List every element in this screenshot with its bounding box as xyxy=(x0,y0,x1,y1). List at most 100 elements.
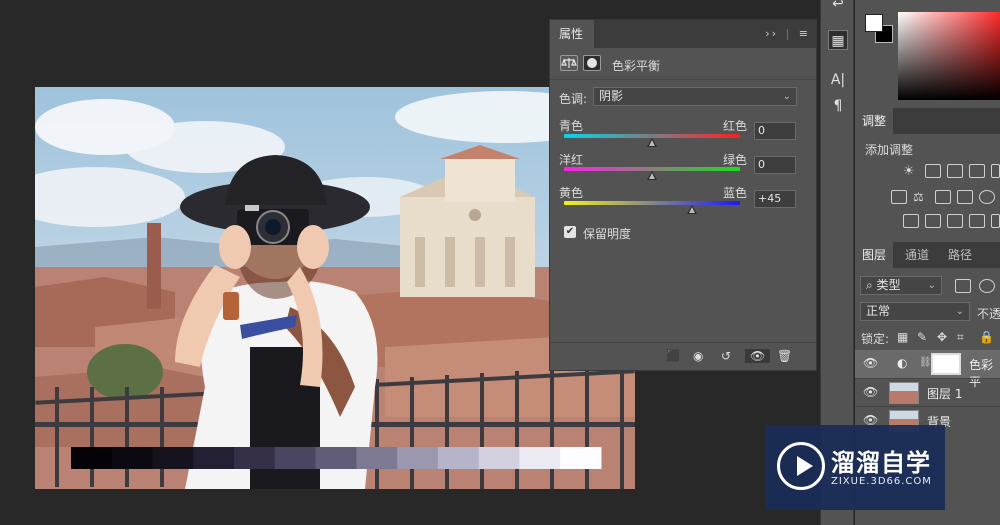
properties-panel: 属性 ›› | ≡ 色彩平衡 色调: 阴影 ⌄ 青色 红色 0 洋红 绿色 0 … xyxy=(549,19,817,371)
canvas-image[interactable] xyxy=(35,87,635,489)
tab-adjustments[interactable]: 调整 xyxy=(855,108,894,134)
filter-adjustment-icon[interactable] xyxy=(979,279,995,293)
adjustment-layer-icon: ◐ xyxy=(897,356,908,370)
reset-icon[interactable]: ↺ xyxy=(721,349,731,363)
gradient-step xyxy=(111,447,154,469)
collapse-icon[interactable]: ›› xyxy=(765,27,778,40)
chevron-down-icon: ⌄ xyxy=(927,280,936,291)
opacity-label: 不透 xyxy=(977,307,1000,321)
levels-icon[interactable] xyxy=(925,164,941,178)
layer-filter-value: 类型 xyxy=(876,278,901,292)
curves-icon[interactable] xyxy=(947,164,963,178)
filter-image-icon[interactable] xyxy=(955,279,971,293)
eye-icon[interactable]: 👁 xyxy=(863,356,878,370)
view-previous-icon[interactable]: ◉ xyxy=(693,349,703,363)
link-icon: ⛓ xyxy=(919,357,932,368)
selective-color-icon[interactable] xyxy=(991,214,1000,228)
layer-mask-thumbnail xyxy=(931,353,961,375)
properties-icon[interactable]: ▦ xyxy=(828,30,848,50)
visibility-icon[interactable]: 👁 xyxy=(745,349,771,363)
yellow-blue-track[interactable] xyxy=(564,201,740,205)
add-adjustment-label: 添加调整 xyxy=(865,143,914,157)
color-balance-icon[interactable] xyxy=(560,55,578,71)
clip-to-layer-icon[interactable]: ⬛ xyxy=(666,349,681,363)
preserve-luminosity-label: 保留明度 xyxy=(583,227,632,241)
channel-mixer-icon[interactable] xyxy=(979,190,995,204)
color-picker-field[interactable] xyxy=(898,12,1000,100)
black-white-icon[interactable] xyxy=(935,190,951,204)
gradient-strip xyxy=(71,447,602,469)
layer-filter-select[interactable]: ⌕ 类型 ⌄ xyxy=(860,276,942,295)
play-logo-icon xyxy=(777,442,825,490)
layer-name: 图层 1 xyxy=(927,387,963,401)
gradient-step xyxy=(519,447,561,469)
lock-move-icon[interactable]: ✥ xyxy=(937,330,947,344)
paragraph-icon[interactable]: ¶ xyxy=(828,96,848,116)
tab-paths[interactable]: 路径 xyxy=(941,242,979,268)
watermark-brand: 溜溜自学 xyxy=(831,449,931,477)
slider-yellow-label: 黄色 xyxy=(559,186,584,200)
blend-mode-select[interactable]: 正常 ⌄ xyxy=(860,302,970,321)
gradient-step xyxy=(437,447,480,469)
properties-footer: ⬛ ◉ ↺ 👁 🗑 xyxy=(550,342,816,370)
cyan-red-value[interactable]: 0 xyxy=(754,122,796,140)
slider-cyan-label: 青色 xyxy=(559,119,584,133)
magenta-green-slider-handle[interactable] xyxy=(647,171,657,180)
tab-layers[interactable]: 图层 xyxy=(855,242,894,268)
gradient-map-icon[interactable] xyxy=(969,214,985,228)
brightness-icon[interactable]: ☀ xyxy=(903,164,919,179)
lock-paint-icon[interactable]: ✎ xyxy=(917,330,927,344)
history-icon[interactable]: ↩ xyxy=(828,0,848,14)
panel-menu-icon[interactable]: ≡ xyxy=(799,27,810,40)
lock-transparent-icon[interactable]: ▦ xyxy=(897,330,908,344)
tab-properties[interactable]: 属性 xyxy=(550,20,594,48)
lock-artboard-icon[interactable]: ⌗ xyxy=(957,330,964,345)
adjustments-tabbar: 调整 xyxy=(855,108,1000,134)
exposure-icon[interactable] xyxy=(969,164,985,178)
watermark-url: ZIXUE.3D66.COM xyxy=(831,476,932,487)
slider-green-label: 绿色 xyxy=(723,153,748,167)
gradient-step xyxy=(274,447,317,469)
delete-icon[interactable]: 🗑 xyxy=(777,349,792,363)
watermark: 溜溜自学 ZIXUE.3D66.COM xyxy=(765,425,945,510)
preserve-luminosity-checkbox[interactable]: ✔ xyxy=(564,226,576,238)
invert-icon[interactable] xyxy=(903,214,919,228)
yellow-blue-slider-handle[interactable] xyxy=(686,205,697,214)
posterize-icon[interactable] xyxy=(925,214,941,228)
gradient-step xyxy=(356,447,398,469)
photo-filter-icon[interactable] xyxy=(957,190,973,204)
gradient-step xyxy=(71,447,113,469)
slider-magenta-label: 洋红 xyxy=(559,153,584,167)
gradient-step xyxy=(315,447,357,469)
cyan-red-slider-handle[interactable] xyxy=(647,138,657,147)
tone-select[interactable]: 阴影 ⌄ xyxy=(593,87,797,106)
properties-header: 色彩平衡 xyxy=(550,48,816,80)
tone-label: 色调: xyxy=(559,92,588,106)
color-balance-adj-icon[interactable]: ⚖ xyxy=(913,190,929,204)
eye-icon[interactable]: 👁 xyxy=(863,385,878,399)
photo-illustration xyxy=(35,87,635,489)
slider-red-label: 红色 xyxy=(723,119,748,133)
foreground-color-swatch[interactable] xyxy=(865,14,883,32)
tone-select-value: 阴影 xyxy=(599,89,624,103)
vibrance-icon[interactable] xyxy=(991,164,1000,178)
gradient-step xyxy=(478,447,520,469)
gradient-step xyxy=(152,447,194,469)
lock-all-icon[interactable]: 🔒 xyxy=(979,330,994,344)
gradient-step xyxy=(193,447,235,469)
tab-channels[interactable]: 通道 xyxy=(898,242,936,268)
hue-saturation-icon[interactable] xyxy=(891,190,907,204)
layer-thumbnail xyxy=(889,382,919,404)
chevron-down-icon: ⌄ xyxy=(782,91,791,102)
lock-label: 锁定: xyxy=(861,332,890,346)
magenta-green-value[interactable]: 0 xyxy=(754,156,796,174)
blend-mode-value: 正常 xyxy=(866,304,891,318)
layer-row[interactable]: 👁 ◐ ⛓ 色彩平 xyxy=(855,350,1000,389)
layer-row[interactable]: 👁 图层 1 xyxy=(855,378,1000,406)
properties-tabbar: 属性 ›› | ≡ xyxy=(550,20,816,48)
character-icon[interactable]: A| xyxy=(828,70,848,90)
gradient-step xyxy=(234,447,276,469)
threshold-icon[interactable] xyxy=(947,214,963,228)
mask-icon[interactable] xyxy=(583,55,601,71)
yellow-blue-value[interactable]: +45 xyxy=(754,190,796,208)
